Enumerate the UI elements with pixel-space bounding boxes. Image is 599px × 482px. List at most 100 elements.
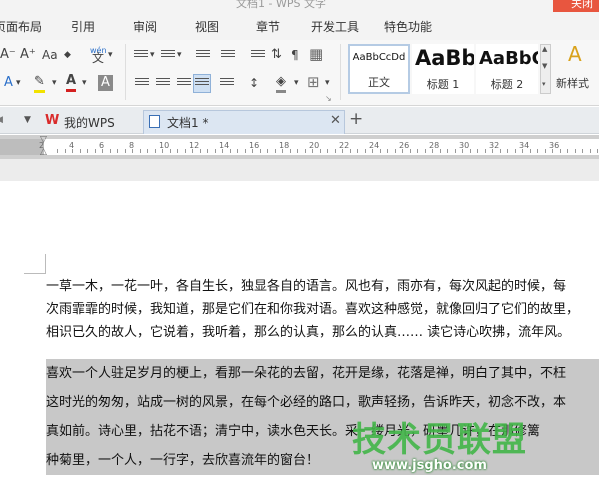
ruler-tick bbox=[500, 149, 501, 153]
tab-references[interactable]: 引用 bbox=[71, 18, 95, 35]
style-gallery-scroll[interactable]: ▲ ▼ ▾ bbox=[540, 44, 551, 94]
ruler-tick bbox=[162, 149, 163, 153]
distributed-align-icon[interactable] bbox=[220, 78, 234, 90]
ruler-tick bbox=[140, 149, 141, 153]
ruler-number: 24 bbox=[369, 141, 380, 150]
style-heading-1[interactable]: AaBb 标题 1 bbox=[412, 44, 474, 94]
align-center-icon[interactable] bbox=[156, 78, 170, 90]
tab-document-1[interactable]: 文档1 * ✕ bbox=[143, 110, 345, 134]
gallery-expand-icon[interactable]: ▾ bbox=[542, 80, 546, 88]
ruler-tick bbox=[222, 149, 223, 153]
highlight-color-icon[interactable]: ✎ bbox=[34, 74, 45, 93]
hanging-indent-icon[interactable]: △ bbox=[40, 147, 47, 157]
ruler-tick bbox=[387, 149, 388, 153]
ruler-tick bbox=[455, 149, 456, 153]
first-line-indent-icon[interactable]: ▽ bbox=[40, 135, 47, 145]
line-spacing-setting-icon[interactable]: ↕ bbox=[249, 75, 259, 91]
style-normal[interactable]: AaBbCcDd 正文 bbox=[348, 44, 410, 94]
ruler-tick bbox=[327, 149, 328, 153]
tab-my-wps[interactable]: W 我的WPS bbox=[42, 110, 142, 134]
watermark-url: www.jsgho.com bbox=[372, 458, 487, 473]
ruler-tick bbox=[597, 149, 598, 153]
ruler-tick bbox=[65, 149, 66, 153]
decrease-indent-icon[interactable] bbox=[196, 50, 210, 62]
pinyin-guide-icon[interactable]: 文 bbox=[92, 50, 104, 66]
style-heading-1-sample: AaBb bbox=[415, 46, 474, 70]
ruler-tick bbox=[410, 149, 411, 153]
ruler-number: 32 bbox=[489, 141, 500, 150]
pinyin-dropdown-icon[interactable]: ▾ bbox=[108, 47, 113, 63]
paragraph-settings-icon[interactable]: ↘ bbox=[325, 91, 332, 107]
font-color-icon[interactable]: A bbox=[66, 73, 77, 92]
wps-logo-icon: W bbox=[45, 113, 60, 128]
ruler-tick bbox=[57, 149, 58, 153]
ruler-tick bbox=[530, 149, 531, 153]
highlight-dropdown-icon[interactable]: ▾ bbox=[52, 75, 57, 91]
show-marks-icon[interactable]: ¶ bbox=[291, 47, 299, 63]
ruler-tick bbox=[192, 149, 193, 153]
bullet-dropdown-icon[interactable]: ▾ bbox=[150, 47, 155, 63]
new-style-label[interactable]: 新样式 bbox=[556, 76, 589, 92]
border-icon[interactable]: ⊞ bbox=[307, 74, 320, 90]
fill-color-icon[interactable]: ◈ bbox=[276, 74, 286, 93]
ruler-tick bbox=[155, 149, 156, 153]
ruler-tick bbox=[470, 149, 471, 153]
ruler-tick bbox=[372, 149, 373, 153]
text-effect-icon[interactable]: A bbox=[4, 75, 13, 91]
increase-indent-icon[interactable] bbox=[221, 50, 235, 62]
font-color-dropdown-icon[interactable]: ▾ bbox=[82, 75, 87, 91]
new-style-icon[interactable]: A bbox=[568, 44, 582, 64]
gallery-up-icon[interactable]: ▲ bbox=[542, 45, 547, 53]
tab-page-layout[interactable]: 页面布局 bbox=[0, 18, 42, 35]
fill-dropdown-icon[interactable]: ▾ bbox=[294, 75, 299, 91]
ruler-tick bbox=[350, 149, 351, 153]
tab-developer[interactable]: 开发工具 bbox=[311, 18, 359, 35]
tab-view[interactable]: 视图 bbox=[195, 18, 219, 35]
ruler-tick bbox=[537, 149, 538, 153]
ruler-tick bbox=[335, 149, 336, 153]
clear-format-icon[interactable]: ◆ bbox=[64, 47, 71, 63]
gallery-down-icon[interactable]: ▼ bbox=[542, 62, 547, 70]
table-grid-icon[interactable]: ▦ bbox=[309, 46, 323, 62]
paragraph-1[interactable]: 一草一木，一花一叶，各自生长，独显各自的语言。风也有，雨亦有，每次风起的时候，每… bbox=[46, 275, 579, 344]
align-right-icon[interactable] bbox=[177, 78, 191, 90]
tab-list-dropdown-icon[interactable]: ▼ bbox=[24, 112, 31, 128]
style-heading-2[interactable]: AaBbC 标题 2 bbox=[476, 44, 538, 94]
new-tab-icon[interactable]: + bbox=[349, 111, 363, 128]
change-case-icon[interactable]: Aa bbox=[42, 47, 58, 63]
ruler-tick bbox=[72, 149, 73, 153]
sort-icon[interactable]: ⇅ bbox=[271, 47, 282, 63]
numbering-dropdown-icon[interactable]: ▾ bbox=[177, 47, 182, 63]
close-tab-icon[interactable]: ✕ bbox=[330, 113, 341, 128]
tab-sections[interactable]: 章节 bbox=[256, 18, 280, 35]
border-dropdown-icon[interactable]: ▾ bbox=[325, 75, 330, 91]
text-line: 喜欢一个人驻足岁月的梗上，看那一朵花的去留，花开是缘，花落是禅，明白了其中，不枉 bbox=[46, 366, 567, 381]
ruler-tick bbox=[515, 149, 516, 153]
text-effect-dropdown-icon[interactable]: ▾ bbox=[16, 75, 21, 91]
ruler-tick bbox=[305, 149, 306, 153]
ruler-tick bbox=[417, 149, 418, 153]
ruler-tick bbox=[117, 149, 118, 153]
align-left-icon[interactable] bbox=[135, 78, 149, 90]
close-button[interactable]: 关闭 bbox=[553, 0, 599, 12]
numbered-list-icon[interactable] bbox=[161, 50, 175, 62]
window-title: 文档1 - WPS 文字 bbox=[236, 0, 326, 10]
ruler-tick bbox=[462, 149, 463, 153]
character-shading-icon[interactable]: A bbox=[98, 75, 113, 91]
close-button-label: 关闭 bbox=[571, 0, 593, 10]
ruler-tick bbox=[312, 149, 313, 153]
ruler-tick bbox=[260, 149, 261, 153]
style-normal-name: 正文 bbox=[368, 76, 390, 89]
ruler-tick bbox=[485, 149, 486, 153]
line-spacing-icon[interactable] bbox=[251, 50, 265, 62]
ruler-tick bbox=[552, 149, 553, 153]
ruler-tick bbox=[582, 149, 583, 153]
shrink-font-icon[interactable]: A⁻ bbox=[0, 47, 16, 63]
tab-review[interactable]: 审阅 bbox=[133, 18, 157, 35]
grow-font-icon[interactable]: A⁺ bbox=[20, 47, 36, 63]
ruler-number: 28 bbox=[429, 141, 440, 150]
ruler-tick bbox=[477, 149, 478, 153]
bullet-list-icon[interactable] bbox=[134, 50, 148, 62]
left-arrow-icon[interactable]: ◀ bbox=[0, 112, 3, 128]
tab-special-features[interactable]: 特色功能 bbox=[384, 18, 432, 35]
